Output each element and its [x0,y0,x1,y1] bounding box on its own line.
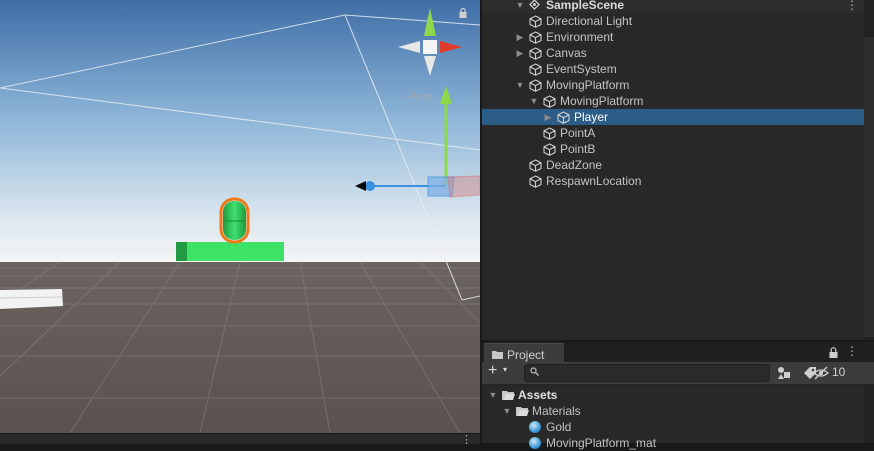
gameobject-cube-icon [543,95,556,108]
white-block[interactable] [0,289,63,309]
material-sphere-icon [529,437,541,449]
project-scrollbar[interactable] [864,385,874,443]
collapsed-arrow-icon[interactable]: ▶ [515,29,525,45]
expanded-arrow-icon[interactable]: ▼ [529,93,539,109]
hierarchy-item[interactable]: ▶ Canvas [482,45,864,61]
scene-view[interactable]: ‹Pers [0,0,480,433]
add-asset-button[interactable]: + ▾ [486,362,514,382]
hierarchy-item[interactable]: DeadZone [482,157,864,173]
project-item-label: Assets [518,388,558,402]
hierarchy-item[interactable]: EventSystem [482,61,864,77]
scene-world[interactable] [0,0,480,433]
hierarchy-item-label: DeadZone [546,158,603,172]
gameobject-cube-icon [529,63,542,76]
hierarchy-item-label: MovingPlatform [546,78,630,92]
hierarchy-item[interactable]: RespawnLocation [482,173,864,189]
collapsed-arrow-icon[interactable]: ▶ [543,109,553,125]
lock-icon[interactable] [829,347,838,358]
lock-icon[interactable] [459,8,467,18]
hierarchy-item[interactable]: ▼ MovingPlatform [482,77,864,93]
scrollbar-thumb[interactable] [864,37,874,337]
expand-arrow-icon[interactable]: ▼ [515,0,525,13]
folder-open-icon [516,407,529,416]
project-panel: Project ⋮ + ▾ 10 ▼ Assets ▼ Materials Go… [482,342,874,450]
gameobject-cube-icon [529,175,542,188]
project-asset[interactable]: Gold [482,419,864,435]
folder-icon [492,351,503,359]
project-toolbar: + ▾ 10 [482,362,874,385]
project-folder[interactable]: ▼ Assets [482,387,864,403]
hierarchy-panel: ▼ SampleScene ⋮ Directional Light ▶ Enviro… [482,0,864,340]
hierarchy-item-label: PointA [560,126,596,140]
project-tabbar: Project ⋮ [482,342,874,365]
hierarchy-item-label: RespawnLocation [546,174,642,188]
search-field[interactable] [524,364,770,382]
tab-project-label: Project [507,348,545,362]
hierarchy-item-label: PointB [560,142,596,156]
hierarchy-item[interactable]: ▶ Player [482,109,864,125]
hierarchy-item[interactable]: PointB [482,141,864,157]
expanded-arrow-icon[interactable]: ▼ [488,387,498,403]
unity-scene-icon [529,0,540,10]
menu-dots-icon[interactable]: ⋮ [461,433,472,446]
persp-text: Pers [408,90,433,104]
material-sphere-icon [529,421,541,433]
menu-dots-icon[interactable]: ⋮ [846,0,858,13]
search-icon [530,367,539,376]
hierarchy-item-label: Environment [546,30,614,44]
gameobject-cube-icon [543,143,556,156]
expanded-arrow-icon[interactable]: ▼ [515,77,525,93]
project-item-label: MovingPlatform_mat [546,436,657,450]
moving-platform[interactable] [176,242,284,261]
hidden-visibility-icon[interactable] [813,365,829,381]
hierarchy-item[interactable]: ▶ Environment [482,29,864,45]
search-input[interactable] [543,365,763,381]
scene-name: SampleScene [546,0,625,12]
hidden-count: 10 [832,365,846,379]
collapsed-arrow-icon[interactable]: ▶ [515,45,525,61]
hierarchy-item[interactable]: PointA [482,125,864,141]
hierarchy-item-label: Player [574,110,609,124]
gameobject-cube-icon [529,79,542,92]
project-item-label: Materials [532,404,581,418]
gameobject-cube-icon [529,159,542,172]
gameobject-cube-icon [529,31,542,44]
folder-open-icon [502,391,515,400]
hierarchy-item-label: MovingPlatform [560,94,644,108]
hierarchy-scrollbar[interactable] [864,0,874,340]
hierarchy-item-label: Canvas [546,46,587,60]
hierarchy-item[interactable]: Directional Light [482,13,864,29]
hierarchy-item-label: EventSystem [546,62,617,76]
filter-by-type-icon[interactable] [776,365,792,381]
hierarchy-item-label: Directional Light [546,14,633,28]
gameobject-cube-icon [529,47,542,60]
scene-bottom-bar: ⋮ [0,433,480,446]
hierarchy-item[interactable]: ▼ MovingPlatform [482,93,864,109]
gameobject-cube-icon [557,111,570,124]
plus-icon: + [488,362,498,379]
gameobject-cube-icon [529,15,542,28]
project-folder[interactable]: ▼ Materials [482,403,864,419]
expanded-arrow-icon[interactable]: ▼ [502,403,512,419]
menu-dots-icon[interactable]: ⋮ [846,344,858,358]
project-asset[interactable]: MovingPlatform_mat [482,435,864,451]
persp-label[interactable]: ‹Pers [404,90,433,104]
chevron-down-icon: ▾ [503,365,508,374]
gameobject-cube-icon [543,127,556,140]
project-item-label: Gold [546,420,572,434]
hierarchy-scene-row[interactable]: ▼ SampleScene ⋮ [482,0,864,13]
